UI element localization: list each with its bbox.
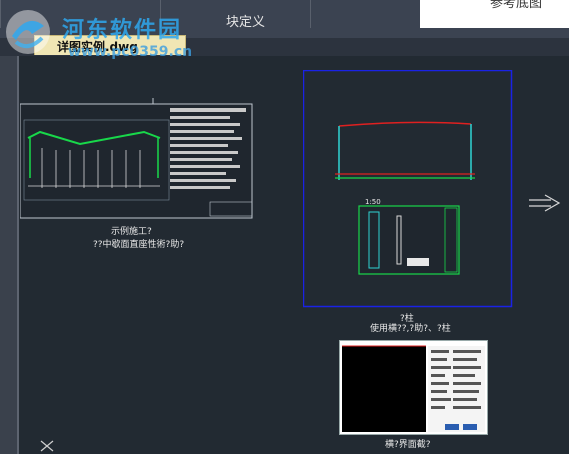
arrow-right-icon[interactable] — [527, 193, 561, 213]
left-toolbar-strip[interactable] — [0, 56, 19, 454]
ucs-icon — [40, 440, 54, 452]
sheet2-scale: 1:50 — [365, 198, 381, 206]
watermark-logo-icon — [6, 10, 50, 54]
sheet3-drawing[interactable] — [339, 340, 489, 438]
sheet1-title: 示例施工? — [111, 227, 152, 237]
sheet1-drawing[interactable] — [20, 98, 260, 223]
block-definition-label[interactable]: 块定义 — [226, 11, 265, 30]
sheet2-drawing[interactable] — [303, 70, 513, 310]
watermark-url: www.pc0359.cn — [68, 44, 193, 60]
watermark-name: 河东软件园 — [62, 18, 183, 43]
sheet3-title: 横?界面截? — [385, 440, 431, 450]
sheet2-subtitle: 使用横??,?助?、?柱 — [370, 324, 451, 334]
sheet1-subtitle: ??中歇面直座性術?助? — [93, 240, 185, 250]
underlay-label[interactable]: 参考底图 — [490, 0, 542, 11]
ribbon-panel-mid[interactable] — [310, 0, 421, 28]
